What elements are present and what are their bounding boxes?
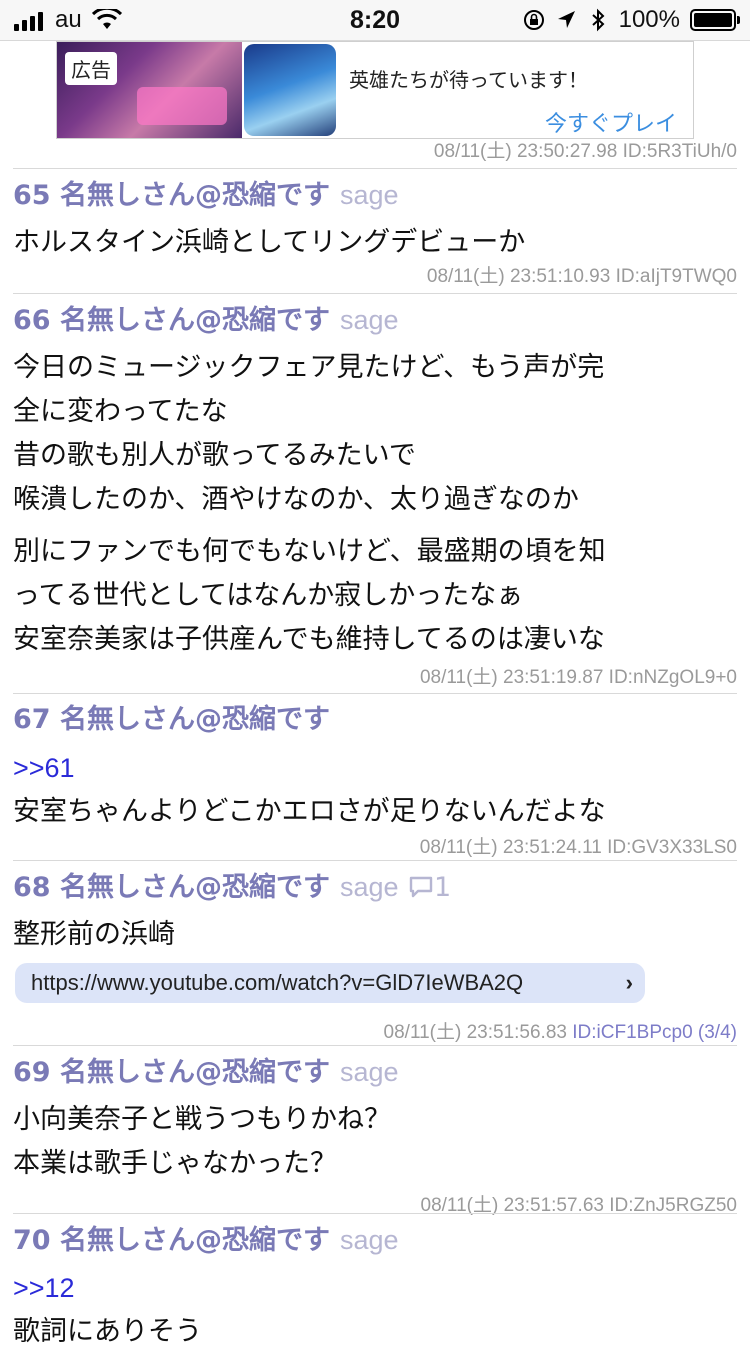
post-line: 安室奈美家は子供産んでも維持してるのは凄いな <box>13 624 605 655</box>
post-meta: 08/11(土) 23:51:24.11 ID:GV3X33LS0 <box>419 837 737 858</box>
sage-label: sage <box>339 1057 399 1087</box>
post-line: 歌詞にありそう <box>13 1316 202 1347</box>
post-header[interactable]: 66 名無しさん@恐縮です sage <box>13 294 737 346</box>
ad-text: 英雄たちが待っています！ <box>349 68 588 92</box>
status-right: 100% <box>523 6 740 34</box>
reply-count-button[interactable]: 1 <box>408 872 451 903</box>
post-line: ってる世代としてはなんか寂しかったなぁ <box>13 580 524 611</box>
post-number[interactable]: 67 <box>13 704 51 735</box>
post-67: 67 名無しさん@恐縮です >>61 安室ちゃんよりどこかエロさが足りないんだよ… <box>13 693 737 862</box>
ad-label: 広告 <box>65 52 117 85</box>
bluetooth-icon <box>591 8 605 32</box>
post-body: >>61 安室ちゃんよりどこかエロさが足りないんだよな <box>13 746 737 834</box>
post-number[interactable]: 69 <box>13 1057 51 1088</box>
post-line: 全に変わってたな <box>13 396 228 427</box>
post-line: 本業は歌手じゃなかった？ <box>13 1148 337 1179</box>
ad-banner[interactable]: 広告 英雄たちが待っています！ 今すぐプレイ <box>56 41 694 139</box>
post-line: 昔の歌も別人が歌ってるみたいで <box>13 440 416 471</box>
sage-label: sage <box>339 180 399 210</box>
ad-play-button[interactable]: 今すぐプレイ <box>545 106 677 138</box>
poster-name: 名無しさん@恐縮です <box>59 305 330 336</box>
sage-label: sage <box>339 305 399 335</box>
post-number[interactable]: 70 <box>13 1225 51 1256</box>
post-line: 別にファンでも何でもないけど、最盛期の頃を知 <box>13 536 606 567</box>
reply-anchor-link[interactable]: >>61 <box>13 746 737 790</box>
sage-label: sage <box>339 1225 399 1255</box>
post-line: 今日のミュージックフェア見たけど、もう声が完 <box>13 352 605 383</box>
post-65: 65 名無しさん@恐縮です sage ホルスタイン浜崎としてリングデビューか 08… <box>13 168 737 291</box>
post-69: 69 名無しさん@恐縮です sage 小向美奈子と戦うつもりかね？ 本業は歌手じゃ… <box>13 1045 737 1220</box>
post-header[interactable]: 69 名無しさん@恐縮です sage <box>13 1046 737 1098</box>
ad-app-icon <box>244 44 336 136</box>
post-line: 小向美奈子と戦うつもりかね？ <box>13 1104 391 1135</box>
post-body: 小向美奈子と戦うつもりかね？ 本業は歌手じゃなかった？ <box>13 1098 737 1186</box>
post-line: 喉潰したのか、酒やけなのか、太り過ぎなのか <box>13 484 579 515</box>
sage-label: sage <box>339 872 399 902</box>
location-icon <box>557 11 575 28</box>
post-body: ホルスタイン浜崎としてリングデビューか <box>13 221 737 265</box>
status-bar: au 8:20 100% <box>0 0 750 41</box>
post-line: ホルスタイン浜崎としてリングデビューか <box>13 227 526 258</box>
poster-name: 名無しさん@恐縮です <box>59 1057 330 1088</box>
post-meta: 08/11(土) 23:51:19.87 ID:nNZgOL9+0 <box>419 667 737 688</box>
post-header[interactable]: 67 名無しさん@恐縮です <box>13 694 737 746</box>
post-meta: 08/11(土) 23:51:10.93 ID:aIjT9TWQ0 <box>426 266 737 287</box>
reply-count: 1 <box>433 872 452 903</box>
post-68: 68 名無しさん@恐縮です sage 1 整形前の浜崎 https://www.y… <box>13 860 737 1051</box>
reply-anchor-link[interactable]: >>12 <box>13 1266 737 1310</box>
external-link[interactable]: https://www.youtube.com/watch?v=GlD7IeWB… <box>15 963 645 1003</box>
poster-name: 名無しさん@恐縮です <box>59 704 330 735</box>
post-header[interactable]: 70 名無しさん@恐縮です sage <box>13 1214 737 1266</box>
poster-name: 名無しさん@恐縮です <box>59 1225 330 1256</box>
link-url: https://www.youtube.com/watch?v=GlD7IeWB… <box>31 970 524 995</box>
post-70: 70 名無しさん@恐縮です sage >>12 歌詞にありそう <box>13 1213 737 1354</box>
post-body: 整形前の浜崎 https://www.youtube.com/watch?v=G… <box>13 913 737 1009</box>
post-meta: 08/11(土) 23:50:27.98 ID:5R3TiUh/0 <box>433 141 737 162</box>
post-line: 安室ちゃんよりどこかエロさが足りないんだよな <box>13 796 606 827</box>
post-number[interactable]: 68 <box>13 872 51 903</box>
poster-name: 名無しさん@恐縮です <box>59 180 330 211</box>
post-66: 66 名無しさん@恐縮です sage 今日のミュージックフェア見たけど、もう声が完… <box>13 293 737 692</box>
post-header[interactable]: 65 名無しさん@恐縮です sage <box>13 169 737 221</box>
battery-icon <box>690 9 740 31</box>
chevron-right-icon: › <box>625 970 633 995</box>
speech-bubble-icon <box>409 876 433 898</box>
post-body: >>12 歌詞にありそう <box>13 1266 737 1354</box>
post-64-tail: 08/11(土) 23:50:27.98 ID:5R3TiUh/0 <box>13 138 737 166</box>
orientation-lock-icon <box>523 10 544 30</box>
post-line: 整形前の浜崎 <box>13 919 175 950</box>
poster-name: 名無しさん@恐縮です <box>59 872 330 903</box>
post-date: 08/11(土) 23:51:56.83 <box>383 1022 567 1043</box>
post-number[interactable]: 65 <box>13 180 51 211</box>
post-id-link[interactable]: ID:iCF1BPcp0 (3/4) <box>572 1022 737 1043</box>
post-header[interactable]: 68 名無しさん@恐縮です sage 1 <box>13 861 737 913</box>
post-number[interactable]: 66 <box>13 305 51 336</box>
post-body: 今日のミュージックフェア見たけど、もう声が完 全に変わってたな 昔の歌も別人が歌… <box>13 346 737 662</box>
battery-percent: 100% <box>618 6 680 33</box>
